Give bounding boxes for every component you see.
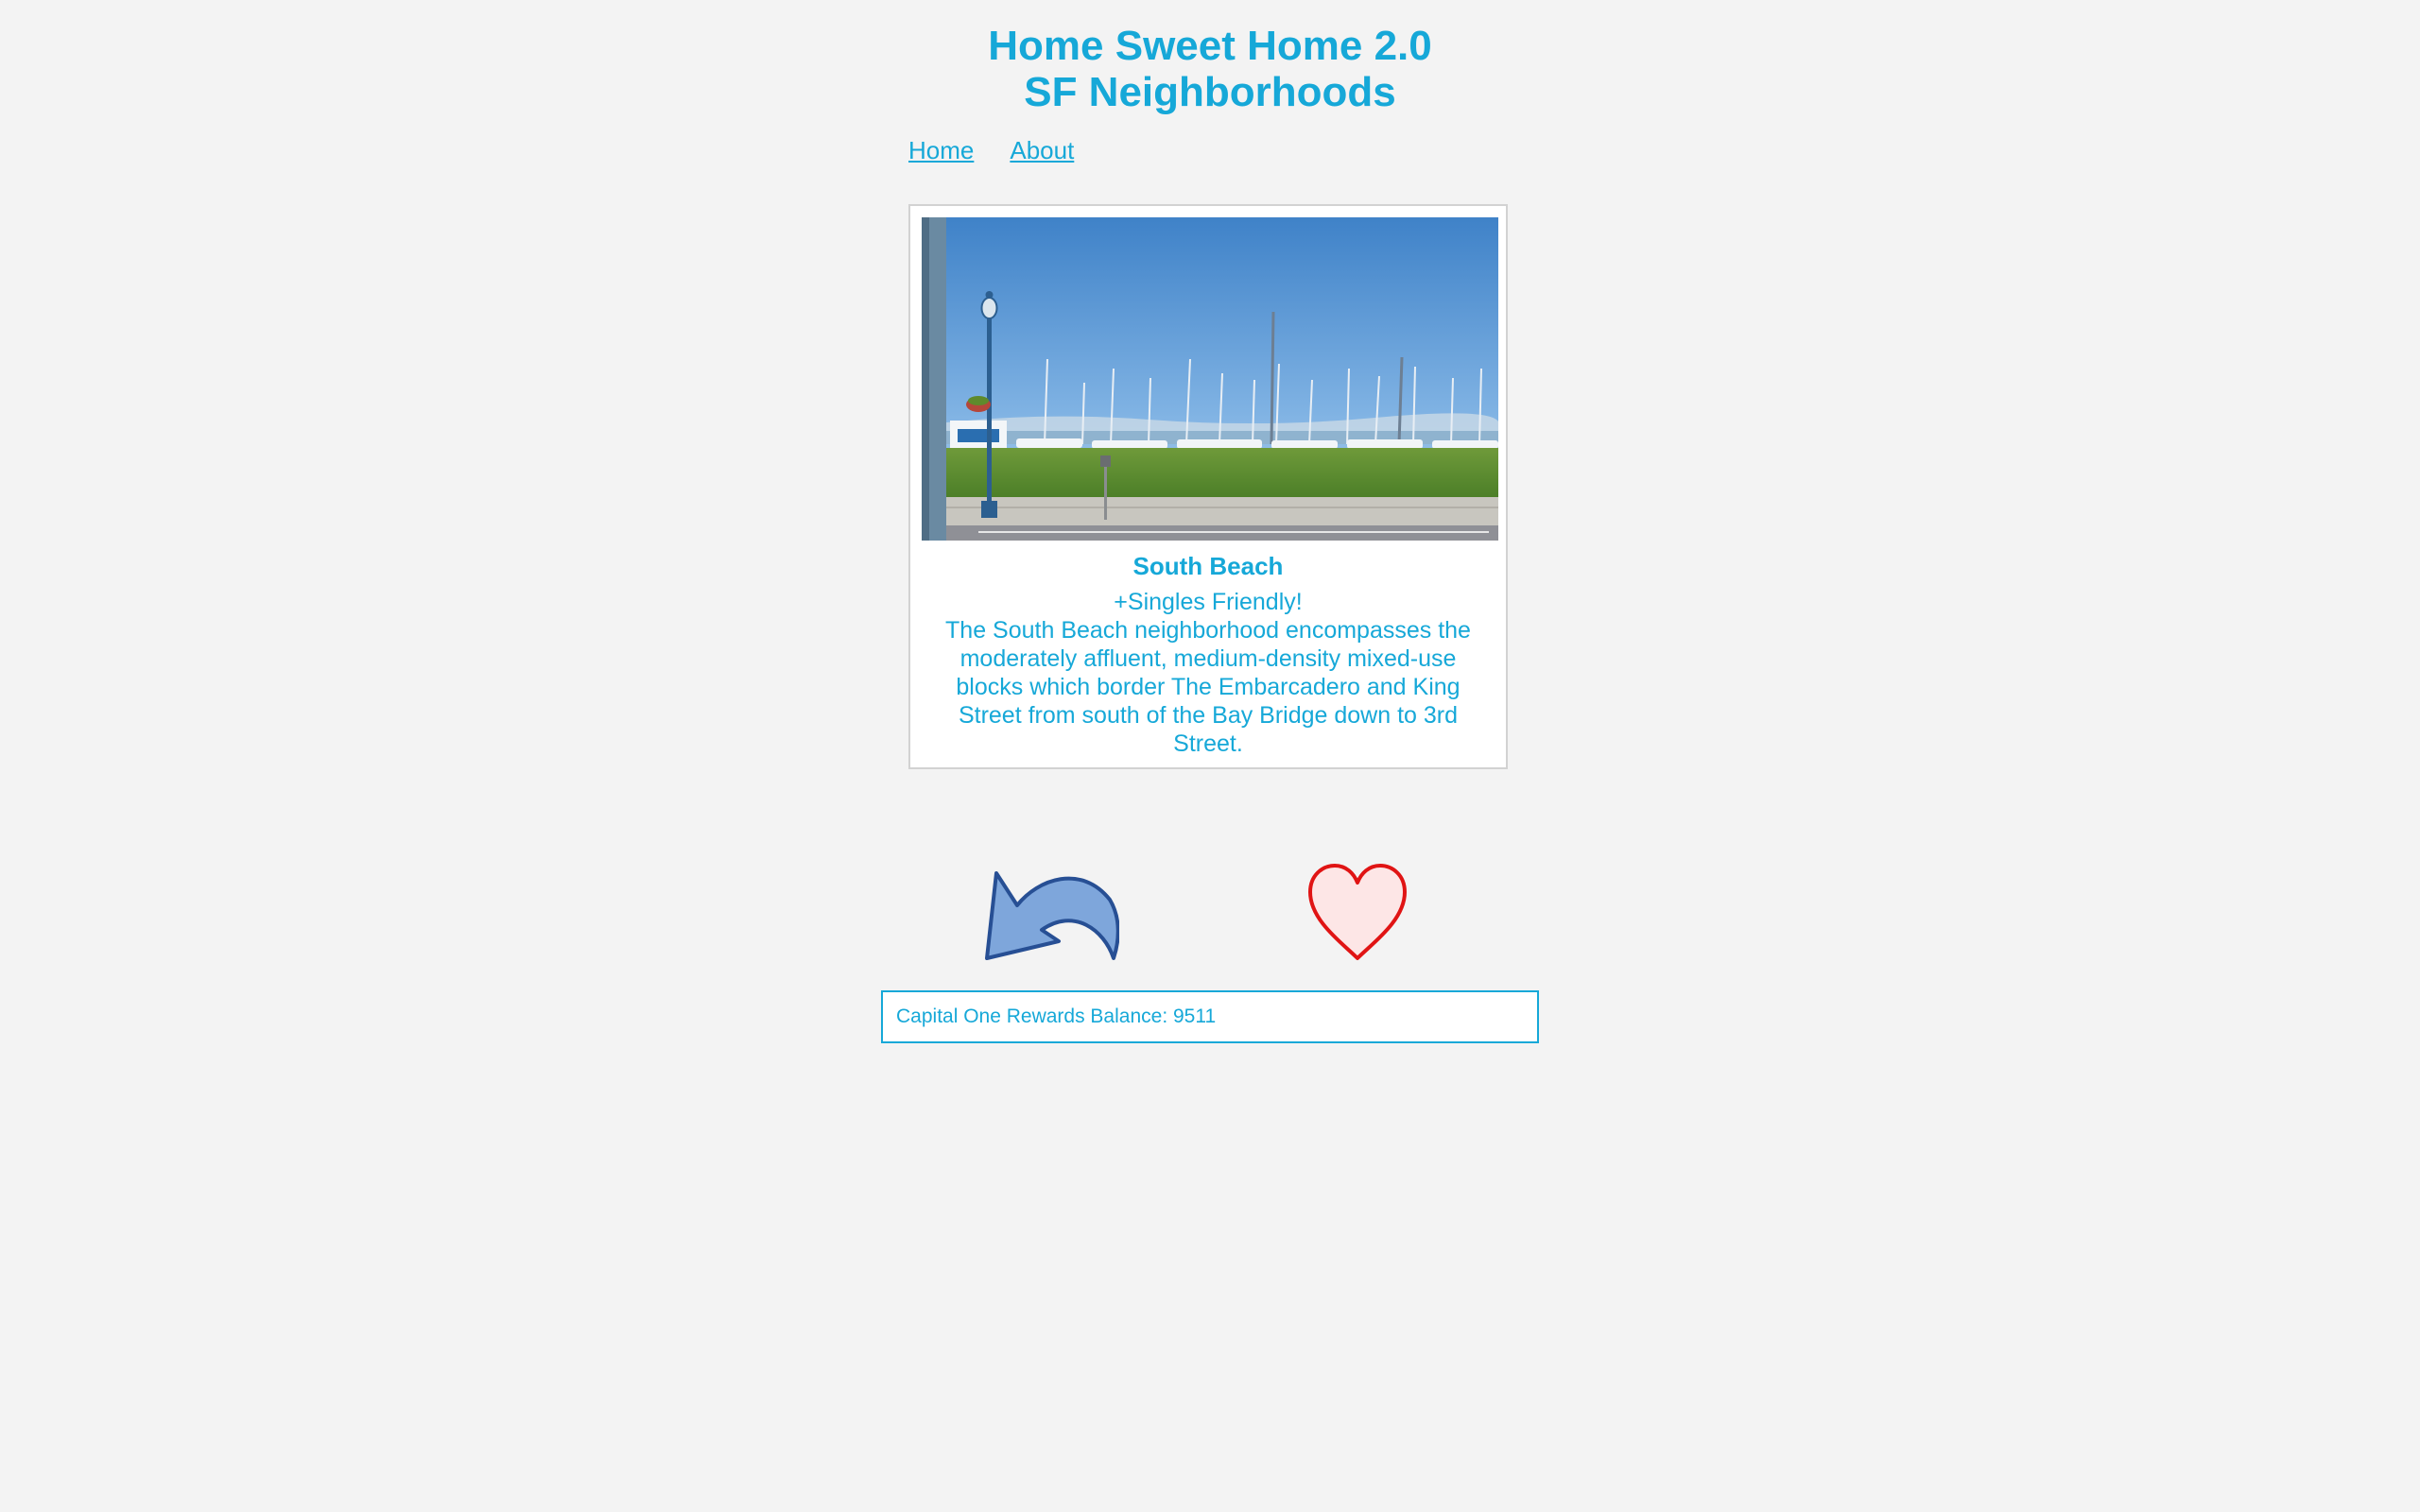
back-button[interactable] — [979, 862, 1120, 966]
neighborhood-description-block: +Singles Friendly! The South Beach neigh… — [931, 588, 1485, 758]
neighborhood-photo — [922, 217, 1498, 541]
rewards-balance: Capital One Rewards Balance: 9511 — [881, 990, 1539, 1043]
back-arrow-icon — [985, 871, 1120, 960]
page-subtitle: SF Neighborhoods — [1024, 69, 1396, 115]
like-button[interactable] — [1305, 862, 1410, 966]
neighborhood-name: South Beach — [1132, 552, 1284, 580]
neighborhood-card: South Beach +Singles Friendly! The South… — [908, 204, 1508, 769]
page-title: Home Sweet Home 2.0 — [988, 23, 1432, 69]
heart-icon — [1308, 864, 1407, 960]
neighborhood-description: The South Beach neighborhood encompasses… — [945, 617, 1471, 757]
page-header: Home Sweet Home 2.0 SF Neighborhoods — [0, 23, 2420, 115]
neighborhood-tag: +Singles Friendly! — [1114, 589, 1303, 615]
main-nav: Home About — [908, 136, 1074, 165]
nav-home-link[interactable]: Home — [908, 136, 974, 165]
nav-about-link[interactable]: About — [1010, 136, 1074, 165]
